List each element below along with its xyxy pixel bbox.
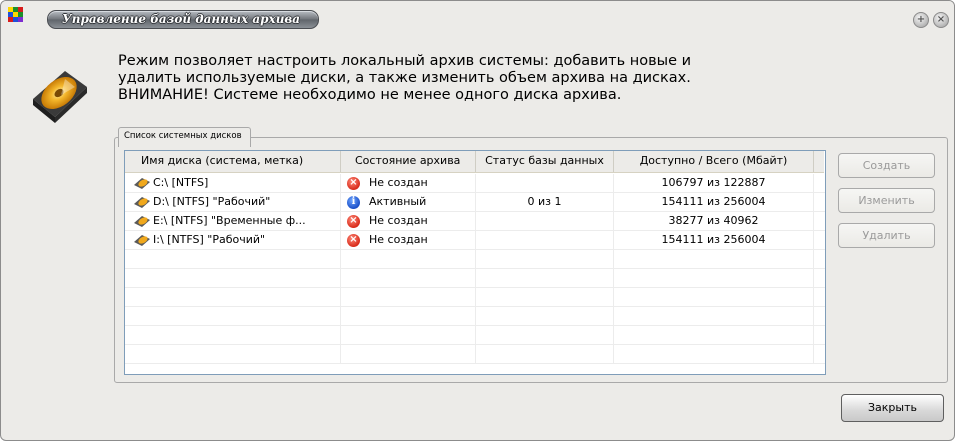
- archive-state: Не создан: [369, 214, 428, 227]
- table-row[interactable]: C:\ [NTFS] × Не создан 106797 из 122887: [125, 174, 825, 193]
- disk-name-cell: I:\ [NTFS] "Рабочий": [125, 231, 341, 249]
- error-icon: ×: [347, 233, 360, 247]
- list-rows: C:\ [NTFS] × Не создан 106797 из 122887 …: [125, 174, 825, 364]
- drive-icon: [134, 197, 150, 208]
- drive-icon: [134, 216, 150, 227]
- column-header-state[interactable]: Состояние архива: [341, 151, 476, 172]
- disk-name-cell: C:\ [NTFS]: [125, 174, 341, 192]
- error-icon: ×: [347, 176, 360, 190]
- disk-name: I:\ [NTFS] "Рабочий": [153, 233, 266, 246]
- archive-state-cell: × Не создан: [341, 174, 476, 192]
- delete-button[interactable]: Удалить: [838, 223, 935, 248]
- app-icon: [8, 7, 23, 22]
- disk-name: C:\ [NTFS]: [153, 176, 209, 189]
- maximize-button[interactable]: +: [913, 12, 929, 28]
- archive-state: Активный: [369, 195, 427, 208]
- disk-name: E:\ [NTFS] "Временные ф...: [153, 214, 306, 227]
- db-status-cell: [476, 212, 614, 230]
- column-header-space[interactable]: Доступно / Всего (Мбайт): [614, 151, 814, 172]
- archive-state-cell: × Не создан: [341, 231, 476, 249]
- empty-row: [125, 326, 825, 345]
- space-cell: 38277 из 40962: [614, 212, 814, 230]
- create-button[interactable]: Создать: [838, 153, 935, 178]
- empty-row: [125, 307, 825, 326]
- title-pill: Управление базой данных архива: [47, 10, 319, 29]
- close-icon: ×: [936, 14, 946, 25]
- empty-row: [125, 345, 825, 364]
- description-line: удалить используемые диски, а также изме…: [118, 70, 691, 86]
- description-text: Режим позволяет настроить локальный архи…: [118, 53, 818, 104]
- archive-state-cell: × Не создан: [341, 212, 476, 230]
- archive-db-window: Управление базой данных архива + × Режим…: [0, 0, 955, 441]
- archive-state: Не создан: [369, 233, 428, 246]
- column-header-db-status[interactable]: Статус базы данных: [476, 151, 614, 172]
- disk-name-cell: E:\ [NTFS] "Временные ф...: [125, 212, 341, 230]
- description-line: ВНИМАНИЕ! Системе необходимо не менее од…: [118, 87, 622, 103]
- space-cell: 154111 из 256004: [614, 193, 814, 211]
- archive-state-cell: i Активный: [341, 193, 476, 211]
- edit-button[interactable]: Изменить: [838, 188, 935, 213]
- description-line: Режим позволяет настроить локальный архи…: [118, 53, 692, 69]
- empty-row: [125, 288, 825, 307]
- close-window-button[interactable]: ×: [933, 12, 949, 28]
- table-row[interactable]: D:\ [NTFS] "Рабочий" i Активный 0 из 1 1…: [125, 193, 825, 212]
- hard-disk-icon: [33, 71, 87, 123]
- space-cell: 106797 из 122887: [614, 174, 814, 192]
- db-status-cell: [476, 231, 614, 249]
- window-title: Управление базой данных архива: [62, 12, 301, 26]
- plus-icon: +: [916, 14, 926, 25]
- column-header-filler: [814, 151, 824, 172]
- group-title: Список системных дисков: [118, 127, 251, 147]
- info-icon: i: [347, 195, 360, 209]
- title-bar[interactable]: Управление базой данных архива + ×: [1, 1, 954, 31]
- list-header: Имя диска (система, метка) Состояние арх…: [125, 151, 824, 173]
- close-button[interactable]: Закрыть: [841, 394, 944, 422]
- empty-row: [125, 250, 825, 269]
- disks-list[interactable]: Имя диска (система, метка) Состояние арх…: [124, 150, 826, 375]
- drive-icon: [134, 235, 150, 246]
- empty-row: [125, 269, 825, 288]
- table-row[interactable]: E:\ [NTFS] "Временные ф... × Не создан 3…: [125, 212, 825, 231]
- db-status-cell: [476, 174, 614, 192]
- error-icon: ×: [347, 214, 360, 228]
- disk-name-cell: D:\ [NTFS] "Рабочий": [125, 193, 341, 211]
- table-row[interactable]: I:\ [NTFS] "Рабочий" × Не создан 154111 …: [125, 231, 825, 250]
- db-status-cell: 0 из 1: [476, 193, 614, 211]
- archive-state: Не создан: [369, 176, 428, 189]
- column-header-name[interactable]: Имя диска (система, метка): [125, 151, 341, 172]
- disk-name: D:\ [NTFS] "Рабочий": [153, 195, 271, 208]
- space-cell: 154111 из 256004: [614, 231, 814, 249]
- drive-icon: [134, 178, 150, 189]
